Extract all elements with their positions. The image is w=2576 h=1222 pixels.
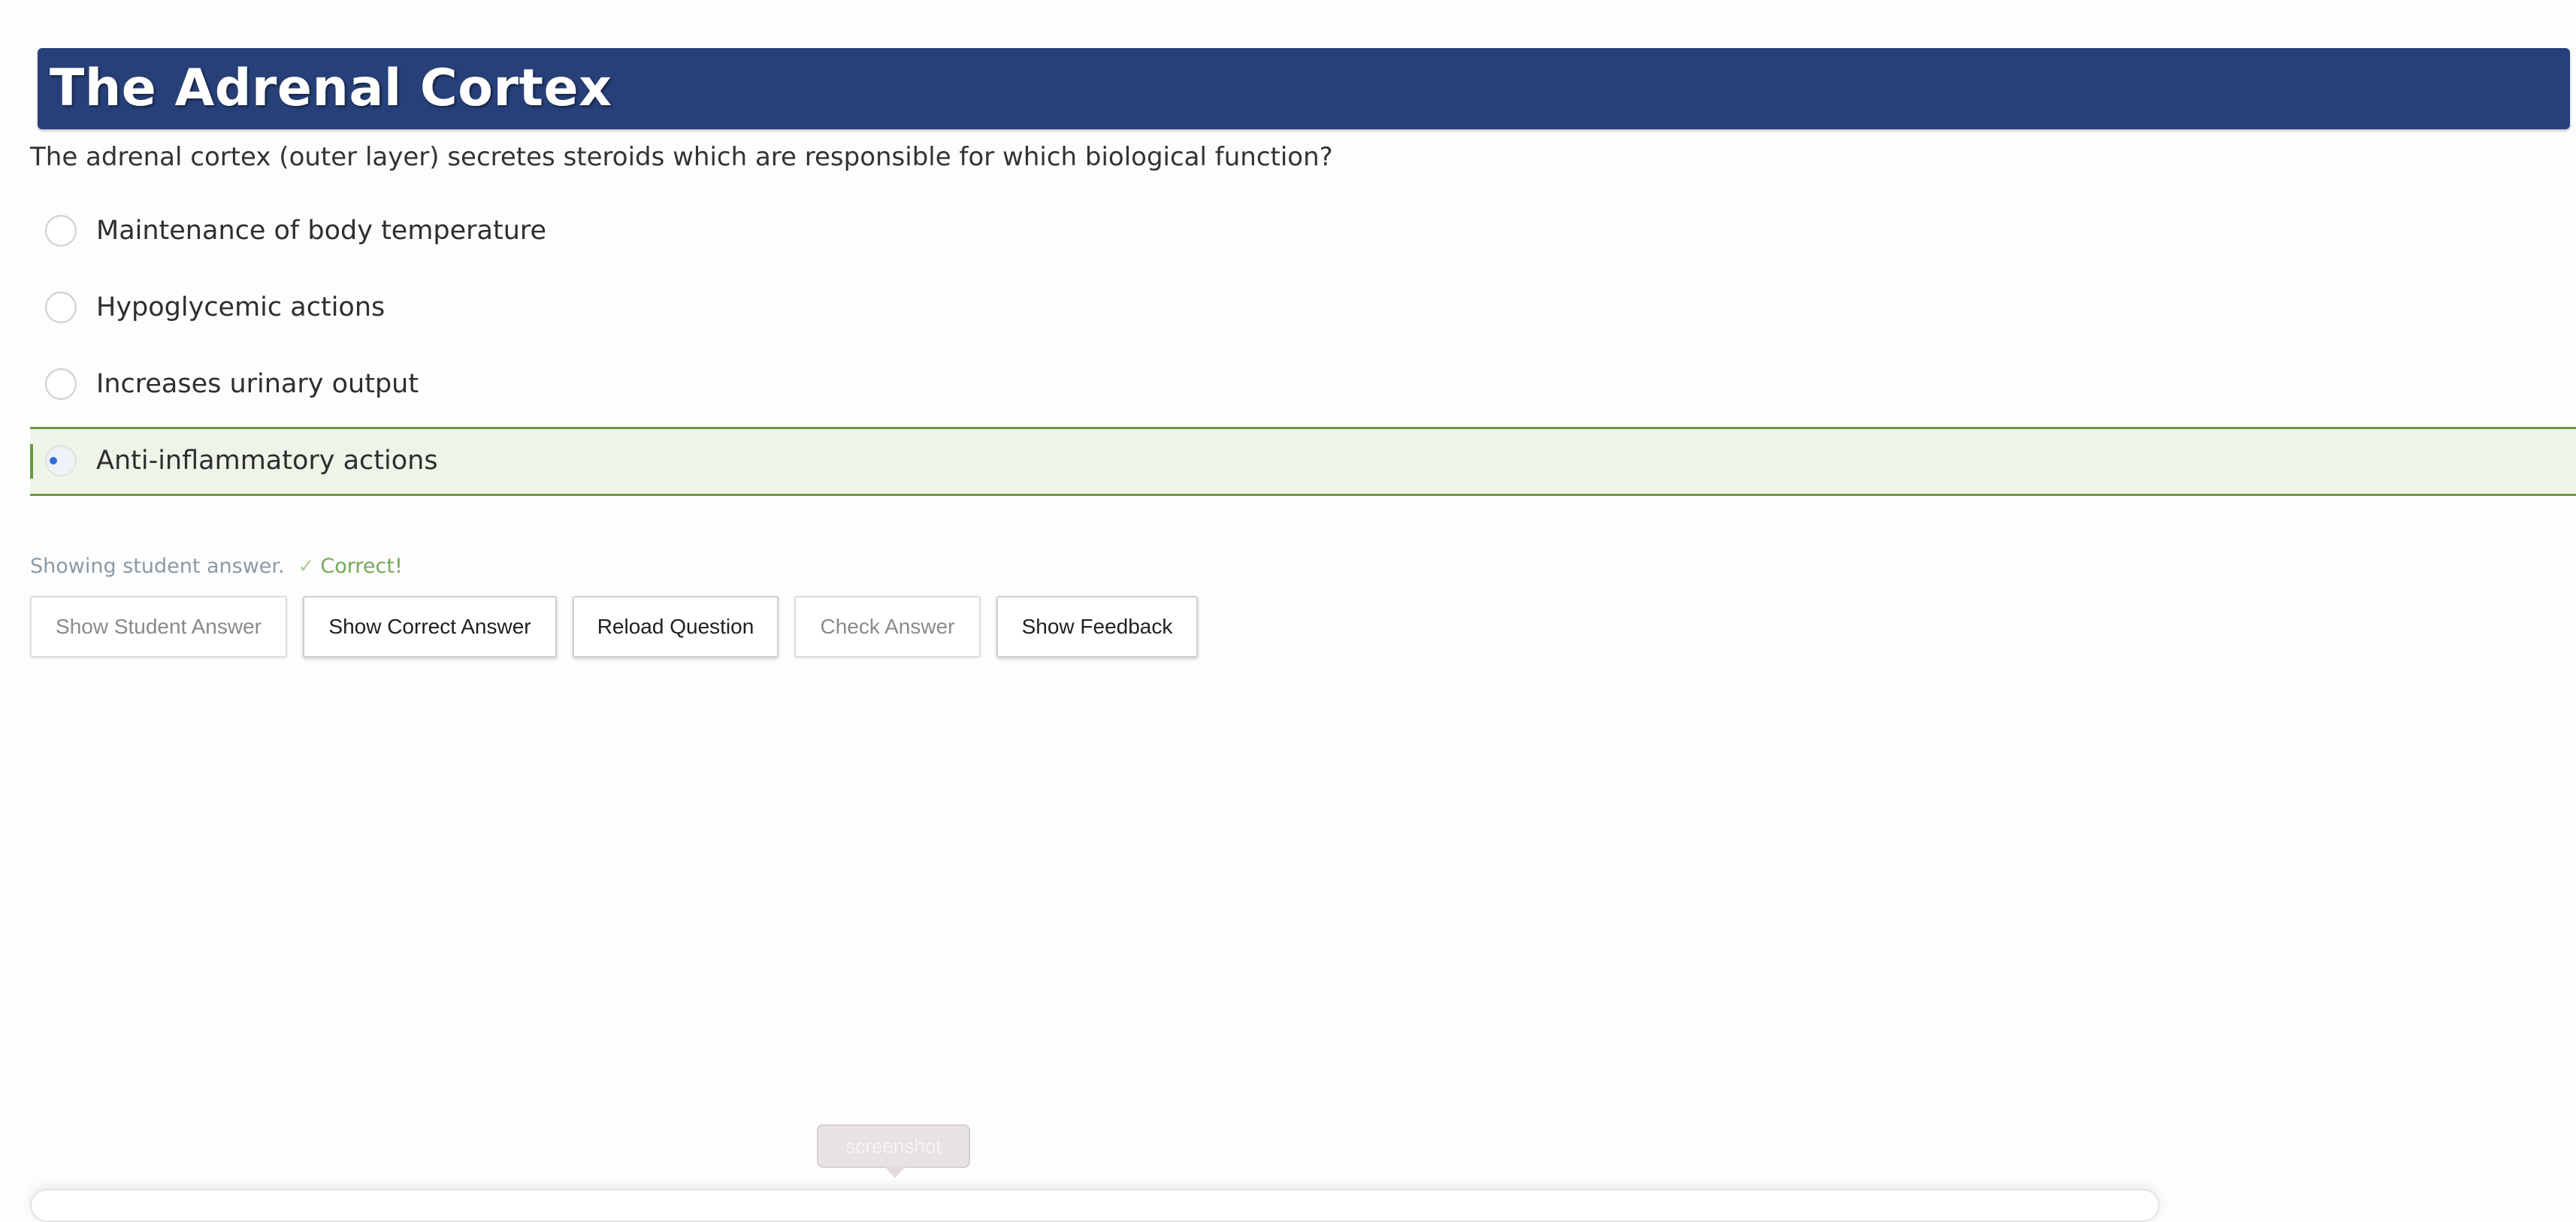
reload-question-button[interactable]: Reload Question <box>573 596 779 658</box>
option-label: Increases urinary output <box>96 369 419 399</box>
answer-option-1[interactable]: Maintenance of body temperature <box>30 197 2576 266</box>
show-student-answer-button[interactable]: Show Student Answer <box>30 596 287 658</box>
answer-option-3[interactable]: Increases urinary output <box>30 350 2576 419</box>
show-feedback-button[interactable]: Show Feedback <box>996 596 1198 658</box>
option-label: Maintenance of body temperature <box>96 216 547 246</box>
answer-status: Showing student answer. ✓ Correct! <box>30 550 403 583</box>
screenshot-tooltip: screenshot <box>817 1124 970 1168</box>
check-answer-button[interactable]: Check Answer <box>794 596 981 658</box>
correct-label: Correct! <box>320 555 403 578</box>
radio-button-selected[interactable] <box>45 445 77 476</box>
bottom-panel <box>30 1189 2160 1222</box>
title-bar: The Adrenal Cortex <box>38 48 2570 129</box>
status-text: Showing student answer. <box>30 555 285 578</box>
option-label: Anti-inflammatory actions <box>96 446 438 476</box>
tooltip-arrow <box>884 1166 906 1178</box>
radio-button[interactable] <box>45 368 77 400</box>
answer-option-4[interactable]: Anti-inflammatory actions <box>30 427 2576 496</box>
option-label: Hypoglycemic actions <box>96 292 385 322</box>
show-correct-answer-button[interactable]: Show Correct Answer <box>303 596 557 658</box>
page-title: The Adrenal Cortex <box>50 59 612 118</box>
radio-dot <box>50 457 57 464</box>
radio-button[interactable] <box>45 215 77 247</box>
question-text: The adrenal cortex (outer layer) secrete… <box>30 142 1333 172</box>
answer-option-2[interactable]: Hypoglycemic actions <box>30 274 2576 343</box>
selected-marker <box>30 444 33 479</box>
radio-button[interactable] <box>45 292 77 323</box>
check-icon: ✓ <box>298 555 315 578</box>
